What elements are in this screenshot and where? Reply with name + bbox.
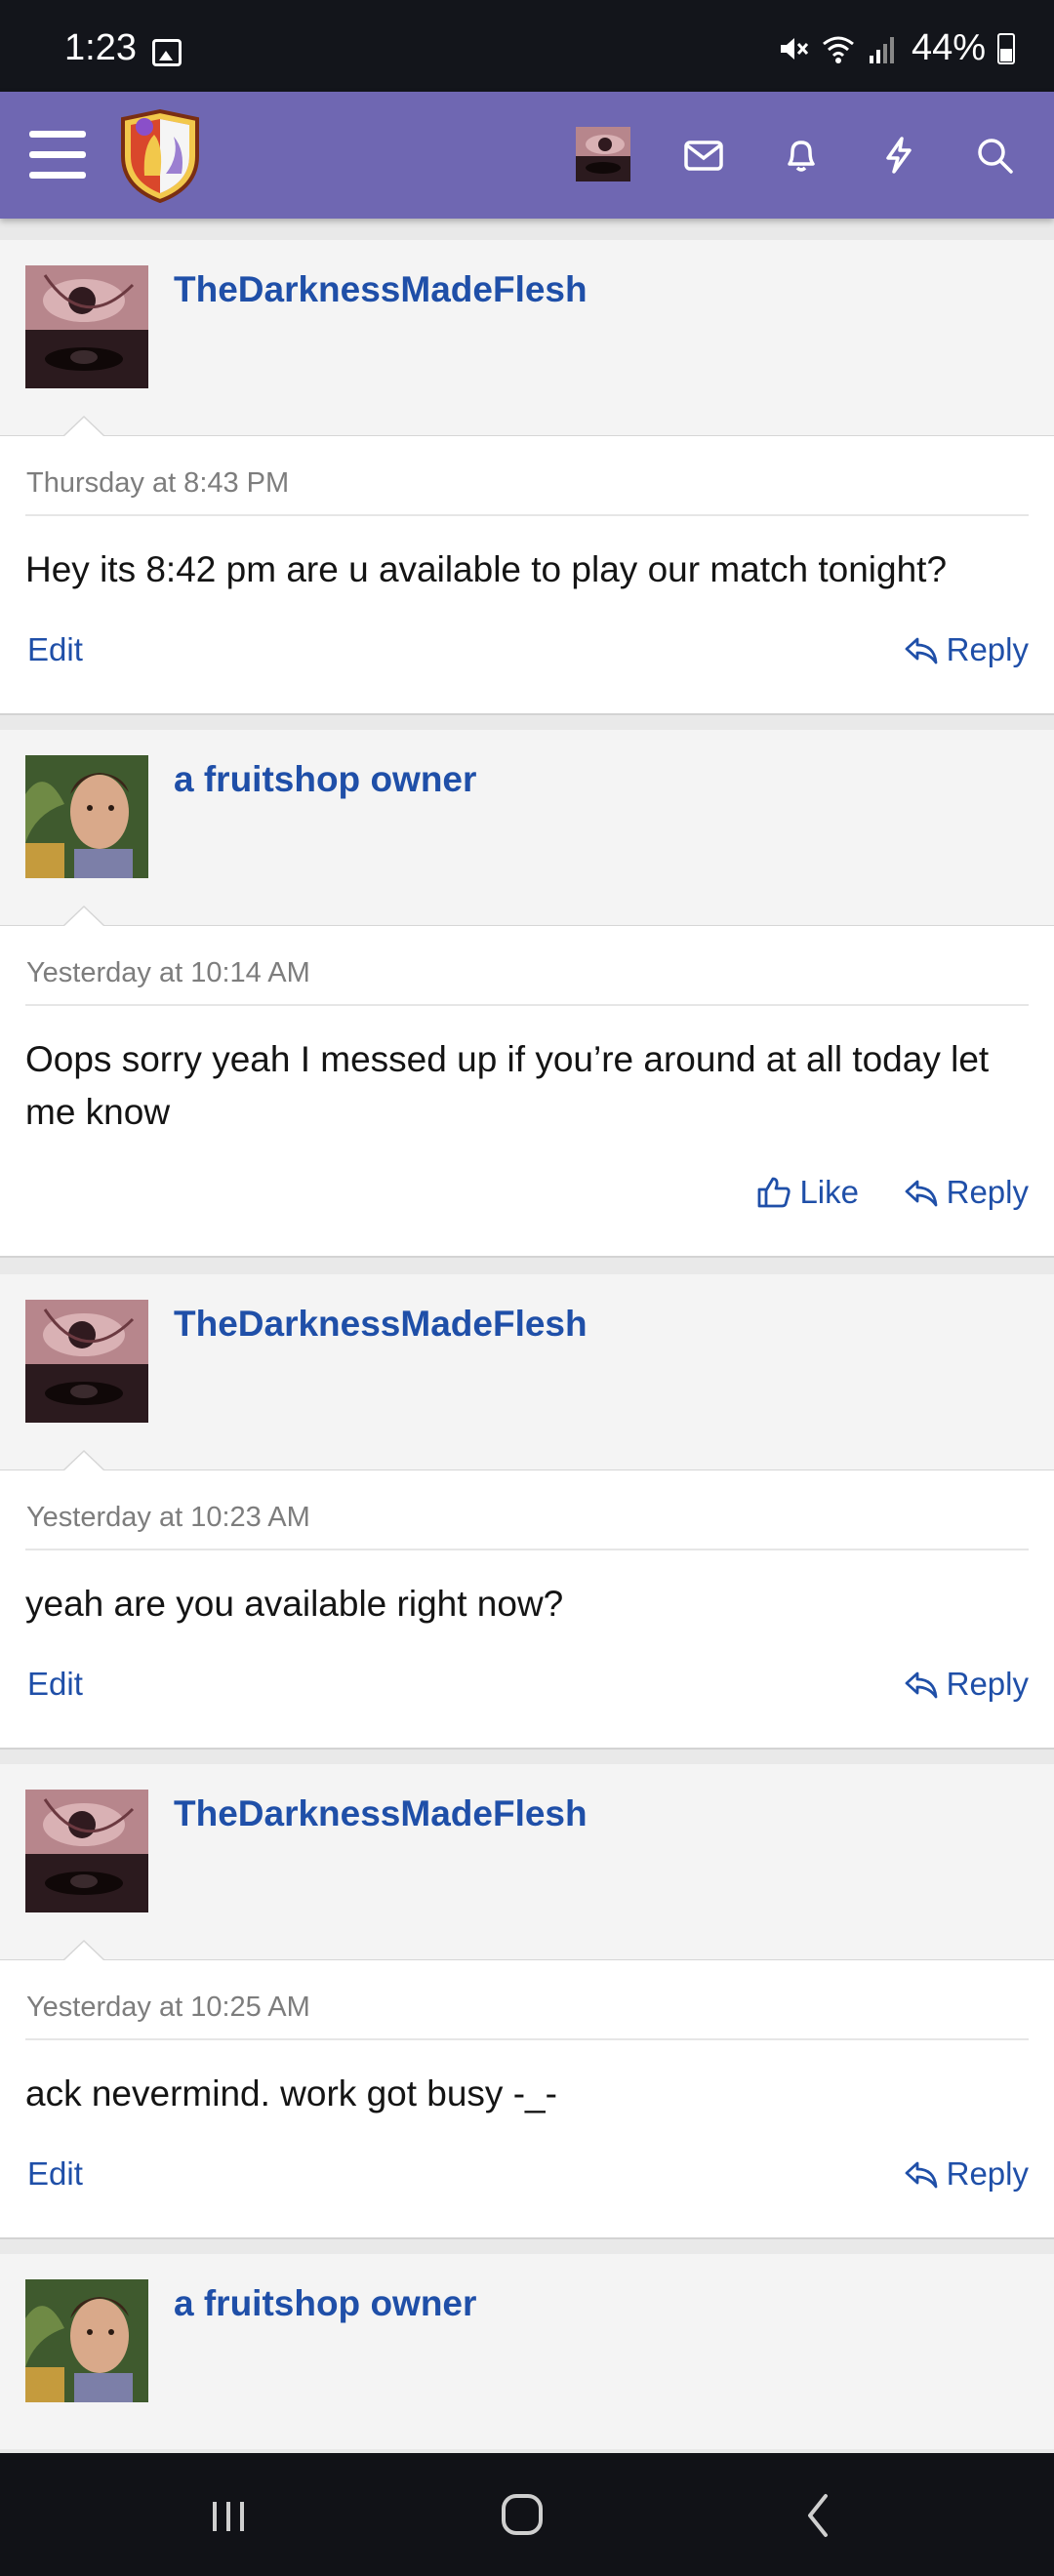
post: TheDarknessMadeFlesh Thursday at 8:43 PM… xyxy=(0,240,1054,715)
like-label: Like xyxy=(799,1174,859,1210)
reply-label: Reply xyxy=(946,2155,1029,2192)
edit-button[interactable]: Edit xyxy=(27,2155,83,2193)
post-body: Yesterday at 10:14 AM Oops sorry yeah I … xyxy=(0,906,1054,1258)
post-header: a fruitshop owner xyxy=(0,2254,1054,2449)
post: a fruitshop owner Yesterday at 10:14 AM … xyxy=(0,730,1054,1258)
avatar[interactable] xyxy=(25,2279,148,2402)
bell-icon[interactable] xyxy=(781,135,822,176)
menu-icon[interactable] xyxy=(29,131,86,180)
status-bar: 1:23 44% xyxy=(0,0,1054,92)
reply-label: Reply xyxy=(946,1666,1029,1702)
post-caret xyxy=(62,1940,105,1961)
divider xyxy=(25,1549,1029,1550)
recent-apps-icon[interactable] xyxy=(199,2488,258,2543)
back-icon[interactable] xyxy=(790,2488,849,2543)
post: TheDarknessMadeFlesh Yesterday at 10:23 … xyxy=(0,1274,1054,1750)
divider xyxy=(25,1004,1029,1006)
inbox-icon[interactable] xyxy=(683,135,724,176)
post-caret xyxy=(62,906,105,927)
post-timestamp[interactable]: Yesterday at 10:23 AM xyxy=(26,1502,310,1534)
home-icon[interactable] xyxy=(493,2488,551,2543)
username-link[interactable]: TheDarknessMadeFlesh xyxy=(174,1793,588,1834)
username-link[interactable]: TheDarknessMadeFlesh xyxy=(174,269,588,310)
user-avatar[interactable] xyxy=(576,127,630,181)
battery-percent: 44% xyxy=(911,27,986,68)
reply-label: Reply xyxy=(946,1174,1029,1210)
lightning-icon[interactable] xyxy=(878,135,919,176)
avatar[interactable] xyxy=(25,1300,148,1423)
reply-icon xyxy=(905,1671,938,1699)
like-button[interactable]: Like xyxy=(756,1174,859,1211)
post-timestamp[interactable]: Yesterday at 10:25 AM xyxy=(26,1992,310,2024)
post-caret xyxy=(62,416,105,437)
avatar[interactable] xyxy=(25,1790,148,1912)
post-header: TheDarknessMadeFlesh xyxy=(0,240,1054,435)
post-message: ack nevermind. work got busy -_- xyxy=(25,2073,557,2113)
post-message: yeah are you available right now? xyxy=(25,1584,564,1624)
reply-label: Reply xyxy=(946,631,1029,667)
thumbs-up-icon xyxy=(758,1177,791,1208)
gallery-icon xyxy=(152,39,182,66)
username-link[interactable]: a fruitshop owner xyxy=(174,759,476,800)
mute-icon xyxy=(780,37,809,60)
signal-icon xyxy=(869,36,894,63)
post-header: a fruitshop owner xyxy=(0,730,1054,925)
site-logo[interactable] xyxy=(115,107,205,203)
reply-button[interactable]: Reply xyxy=(904,1174,1029,1211)
post-body: Thursday at 8:43 PM Hey its 8:42 pm are … xyxy=(0,416,1054,715)
reply-button[interactable]: Reply xyxy=(904,2155,1029,2193)
post-body: Yesterday at 10:23 AM yeah are you avail… xyxy=(0,1450,1054,1750)
edit-button[interactable]: Edit xyxy=(27,1666,83,1703)
wifi-icon xyxy=(823,36,854,63)
post-caret xyxy=(62,1450,105,1471)
reply-button[interactable]: Reply xyxy=(904,631,1029,668)
avatar[interactable] xyxy=(25,265,148,388)
reply-icon xyxy=(905,637,938,664)
post-message: Hey its 8:42 pm are u available to play … xyxy=(25,549,948,589)
post-message: Oops sorry yeah I messed up if you’re ar… xyxy=(25,1039,990,1132)
post-header: TheDarknessMadeFlesh xyxy=(0,1764,1054,1959)
search-icon[interactable] xyxy=(974,135,1015,176)
reply-button[interactable]: Reply xyxy=(904,1666,1029,1703)
divider xyxy=(25,514,1029,516)
post-body: Yesterday at 10:25 AM ack nevermind. wor… xyxy=(0,1940,1054,2239)
post-header: TheDarknessMadeFlesh xyxy=(0,1274,1054,1469)
post-timestamp[interactable]: Thursday at 8:43 PM xyxy=(26,467,289,500)
divider xyxy=(25,2038,1029,2040)
reply-icon xyxy=(905,2161,938,2189)
reply-icon xyxy=(905,1180,938,1207)
username-link[interactable]: TheDarknessMadeFlesh xyxy=(174,1304,588,1345)
app-header xyxy=(0,92,1054,219)
username-link[interactable]: a fruitshop owner xyxy=(174,2283,476,2324)
avatar[interactable] xyxy=(25,755,148,878)
system-nav-bar xyxy=(0,2453,1054,2576)
battery-icon xyxy=(997,32,1015,64)
edit-button[interactable]: Edit xyxy=(27,631,83,668)
status-right-group: 44% xyxy=(777,27,1015,69)
post: TheDarknessMadeFlesh Yesterday at 10:25 … xyxy=(0,1764,1054,2239)
post-timestamp[interactable]: Yesterday at 10:14 AM xyxy=(26,957,310,989)
status-time: 1:23 xyxy=(64,27,137,68)
post: a fruitshop owner xyxy=(0,2254,1054,2453)
